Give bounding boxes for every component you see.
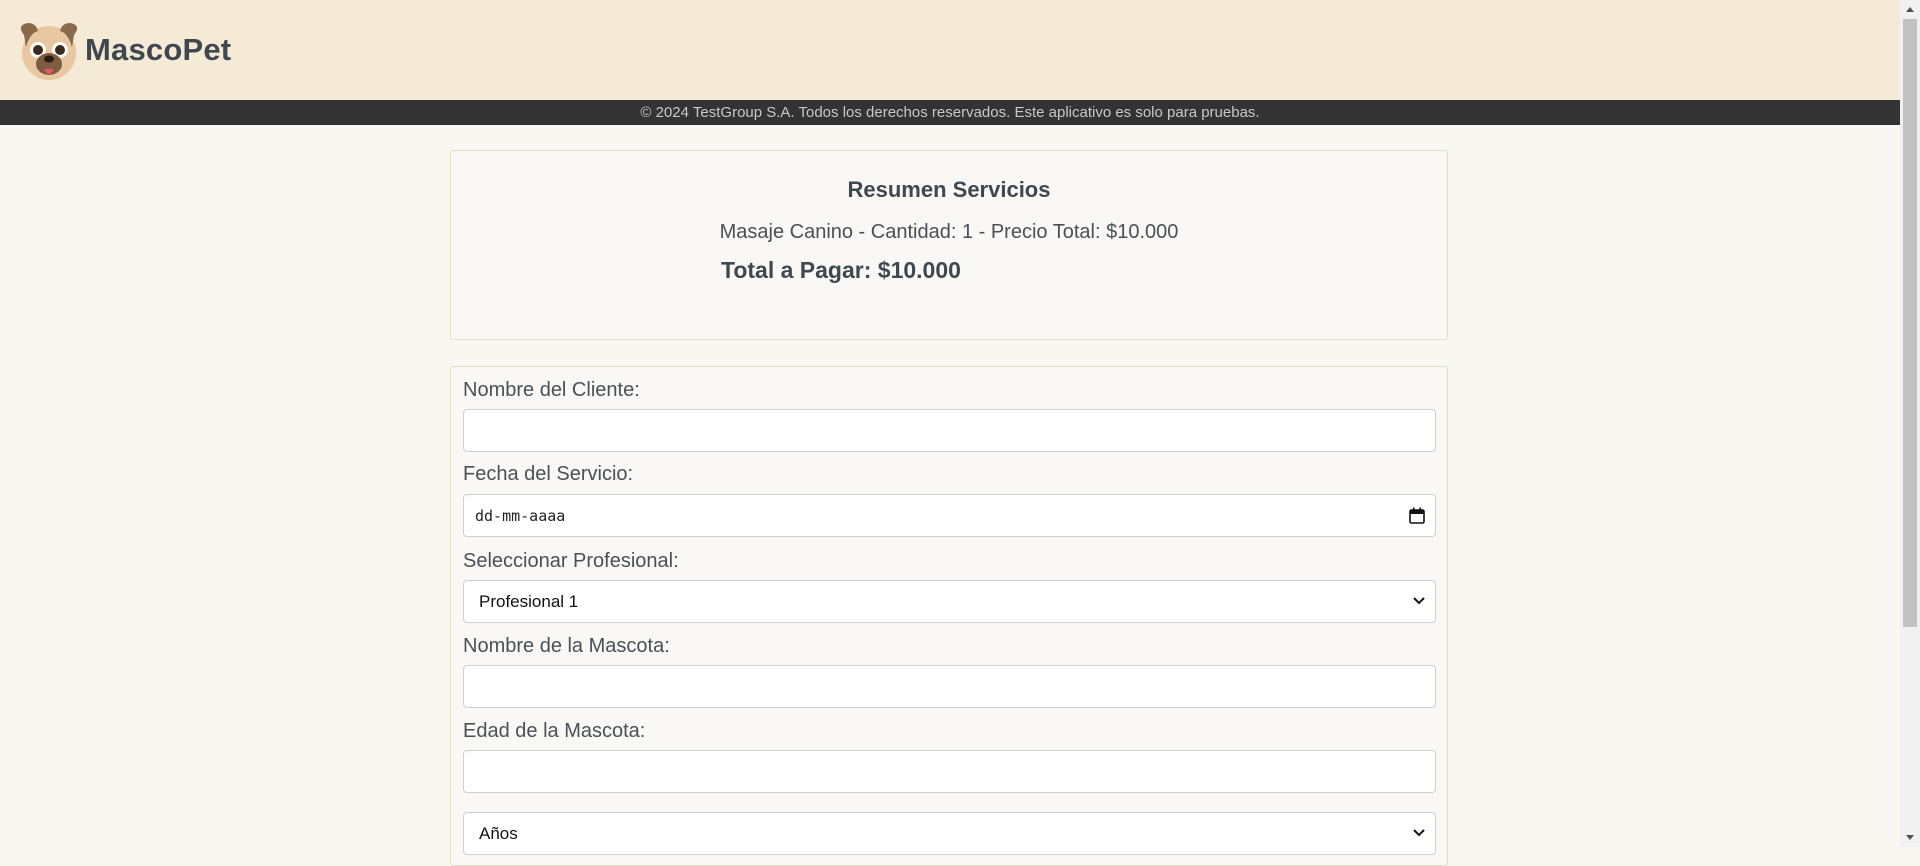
- service-date-input[interactable]: dd-mm-aaaa: [463, 494, 1436, 537]
- calendar-icon[interactable]: [1409, 507, 1425, 524]
- age-unit-selected-value: Años: [479, 823, 518, 843]
- pug-dog-icon: [20, 23, 78, 80]
- professional-select[interactable]: Profesional 1: [463, 580, 1436, 623]
- logo[interactable]: MascoPet: [14, 17, 231, 83]
- chevron-down-icon: [1413, 597, 1425, 605]
- client-name-input[interactable]: [463, 409, 1436, 452]
- chevron-down-icon: [1413, 829, 1425, 837]
- summary-total: Total a Pagar: $10.000: [721, 257, 961, 283]
- copyright-text: © 2024 TestGroup S.A. Todos los derechos…: [640, 104, 1260, 121]
- pet-name-label: Nombre de la Mascota:: [463, 635, 670, 657]
- copyright-bar: © 2024 TestGroup S.A. Todos los derechos…: [0, 100, 1900, 125]
- brand-name: MascoPet: [85, 32, 232, 67]
- professional-label: Seleccionar Profesional:: [463, 550, 679, 572]
- pet-name-input[interactable]: [463, 665, 1436, 708]
- vertical-scrollbar[interactable]: [1900, 0, 1920, 847]
- services-summary-panel: Resumen Servicios Masaje Canino - Cantid…: [450, 150, 1448, 340]
- booking-form: Nombre del Cliente: Fecha del Servicio: …: [450, 366, 1448, 866]
- pet-age-input[interactable]: [463, 750, 1436, 793]
- scroll-up-arrow-icon[interactable]: [1905, 5, 1915, 13]
- pet-age-label: Edad de la Mascota:: [463, 720, 646, 742]
- date-placeholder: dd-mm-aaaa: [475, 506, 566, 525]
- age-unit-select[interactable]: Años: [463, 812, 1436, 855]
- header: MascoPet: [0, 0, 1900, 100]
- summary-line-item: Masaje Canino - Cantidad: 1 - Precio Tot…: [719, 221, 1179, 243]
- service-date-label: Fecha del Servicio:: [463, 463, 634, 485]
- summary-title: Resumen Servicios: [847, 177, 1051, 202]
- client-name-label: Nombre del Cliente:: [463, 379, 640, 401]
- professional-selected-value: Profesional 1: [479, 591, 579, 611]
- scroll-down-arrow-icon[interactable]: [1905, 834, 1915, 842]
- scrollbar-thumb[interactable]: [1903, 19, 1917, 627]
